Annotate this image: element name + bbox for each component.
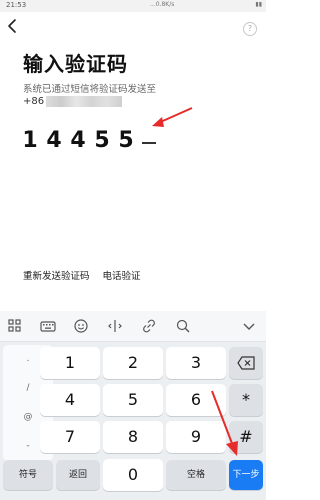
code-digit: 1 xyxy=(22,128,38,153)
annotation-arrow xyxy=(211,390,238,456)
cursor-icon[interactable] xyxy=(107,318,123,334)
search-icon[interactable] xyxy=(175,318,191,334)
backspace-icon xyxy=(237,356,255,370)
code-digit: 5 xyxy=(94,128,110,153)
battery-icon: ▮▮ xyxy=(255,1,262,8)
verification-code-input[interactable]: 1 4 4 5 5 xyxy=(18,128,156,153)
status-bar: 21:53 ...0.8K/s ▮▮ xyxy=(0,0,266,12)
phone-number: +86 xyxy=(23,96,123,107)
help-icon[interactable]: ? xyxy=(243,22,257,36)
emoji-icon[interactable] xyxy=(73,318,89,334)
symbols-key[interactable]: 符号 xyxy=(3,460,53,490)
voice-verification-link[interactable]: 电话验证 xyxy=(103,268,141,282)
status-time: 21:53 xyxy=(6,1,27,9)
link-icon[interactable] xyxy=(141,318,157,334)
code-digit: 5 xyxy=(118,128,134,153)
code-digit: 4 xyxy=(70,128,86,153)
page-title: 输入验证码 xyxy=(23,52,128,76)
annotation-arrow xyxy=(152,107,193,127)
keyboard-icon[interactable] xyxy=(40,318,56,334)
key-4[interactable]: 4 xyxy=(40,384,100,416)
back-arrow-icon[interactable] xyxy=(4,18,20,34)
sms-sent-hint: 系统已通过短信将验证码发送至 xyxy=(23,84,157,95)
masked-phone-number xyxy=(46,96,123,107)
network-speed: ...0.8K/s xyxy=(150,1,175,8)
backspace-key[interactable] xyxy=(229,347,263,379)
space-key[interactable]: 空格 xyxy=(166,460,226,490)
code-cursor xyxy=(142,142,156,144)
return-key[interactable]: 返回 xyxy=(56,460,100,490)
grid-icon[interactable] xyxy=(7,318,23,334)
keyboard-toolbar xyxy=(0,311,266,342)
collapse-icon[interactable] xyxy=(241,318,257,334)
key-0[interactable]: 0 xyxy=(103,459,163,491)
country-code: +86 xyxy=(23,96,45,107)
key-8[interactable]: 8 xyxy=(103,421,163,453)
next-step-button[interactable]: 下一步 xyxy=(229,460,263,490)
key-1[interactable]: 1 xyxy=(40,347,100,379)
verification-options: 重新发送验证码 电话验证 xyxy=(23,268,141,282)
resend-code-link[interactable]: 重新发送验证码 xyxy=(23,268,90,282)
key-5[interactable]: 5 xyxy=(103,384,163,416)
key-7[interactable]: 7 xyxy=(40,421,100,453)
key-2[interactable]: 2 xyxy=(103,347,163,379)
code-digit: 4 xyxy=(46,128,62,153)
key-3[interactable]: 3 xyxy=(166,347,226,379)
